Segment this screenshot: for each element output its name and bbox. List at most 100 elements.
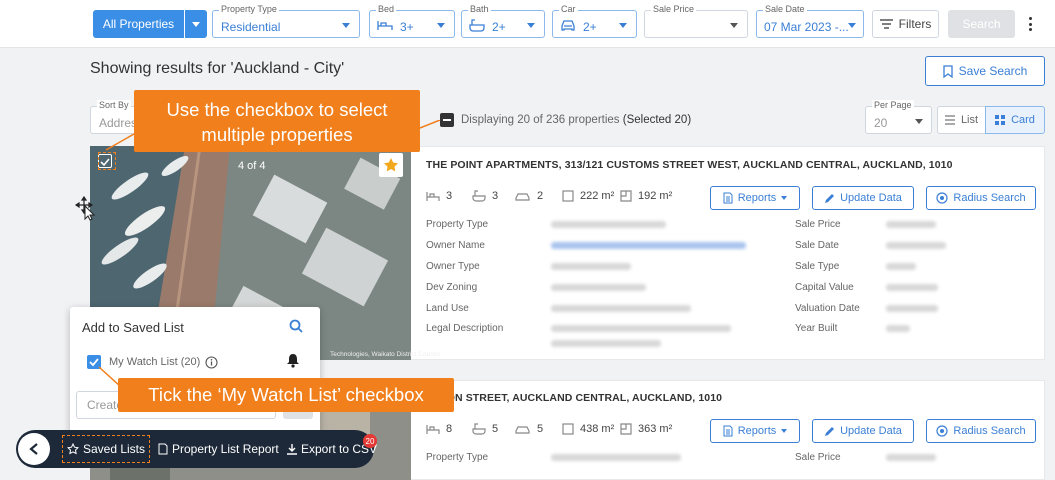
bed-icon <box>426 424 440 434</box>
search-icon[interactable] <box>289 319 303 333</box>
radius-search-button[interactable]: Radius Search <box>926 186 1036 210</box>
displaying-count: Displaying 20 of 236 properties (Selecte… <box>461 114 691 126</box>
card-view-label: Card <box>1011 114 1035 126</box>
sale-price-label: Sale Price <box>651 4 697 14</box>
sort-by-label: Sort By <box>97 100 131 110</box>
collapse-bar-button[interactable] <box>18 433 50 465</box>
per-page-select[interactable]: Per Page 20 <box>865 100 932 134</box>
chevron-down-icon <box>342 23 350 28</box>
redacted-value <box>886 454 936 461</box>
filters-button-label: Filters <box>898 17 932 31</box>
floor-area: 222 m² <box>562 190 614 202</box>
bell-icon[interactable] <box>286 353 300 368</box>
redacted-value <box>551 325 731 332</box>
sale-price-select[interactable]: Sale Price <box>644 4 748 38</box>
bed-count: 3 <box>426 190 452 202</box>
update-data-button[interactable]: Update Data <box>812 419 914 443</box>
bed-label: Bed <box>376 4 397 14</box>
filters-button[interactable]: Filters <box>872 10 939 38</box>
bath-icon <box>472 190 486 202</box>
chevron-down-icon <box>619 23 627 28</box>
list-view-label: List <box>960 114 979 126</box>
detail-label: Legal Description <box>426 323 504 334</box>
chevron-left-icon <box>29 443 38 455</box>
list-icon <box>944 115 955 125</box>
all-properties-button[interactable]: All Properties <box>93 10 184 38</box>
target-icon <box>936 425 949 437</box>
star-outline-icon <box>66 443 79 455</box>
redacted-value <box>551 284 646 291</box>
detail-label: Owner Type <box>426 261 480 272</box>
more-options-icon[interactable] <box>1024 14 1036 34</box>
chevron-down-icon <box>192 21 200 27</box>
car-select[interactable]: Car 2+ <box>552 4 637 38</box>
car-count: 2 <box>515 190 543 202</box>
property-address[interactable]: THE POINT APARTMENTS, 313/121 CUSTOMS ST… <box>426 159 953 171</box>
redacted-owner-link[interactable] <box>551 242 746 249</box>
document-icon <box>158 443 168 455</box>
bath-count: 3 <box>472 190 498 202</box>
checkbox-highlight <box>98 152 116 170</box>
car-icon <box>515 193 530 201</box>
redacted-value <box>551 340 661 347</box>
card-view-toggle[interactable]: Card <box>985 106 1045 134</box>
land-area-icon <box>620 423 632 435</box>
callout-pointer-lines <box>105 120 441 151</box>
bed-icon <box>426 191 440 201</box>
bath-count: 5 <box>472 423 498 435</box>
document-icon <box>723 192 733 204</box>
floor-area-icon <box>562 423 574 435</box>
detail-label: Dev Zoning <box>426 282 478 293</box>
sale-date-select[interactable]: Sale Date 07 Mar 2023 -... <box>756 4 864 38</box>
map-credit: Technologies, Waikato District Council <box>330 351 440 358</box>
search-button[interactable]: Search <box>948 10 1015 38</box>
callout-pointer-line <box>98 366 122 388</box>
sale-date-value: 07 Mar 2023 -... <box>764 20 849 34</box>
reports-button[interactable]: Reports <box>710 419 800 443</box>
bath-icon <box>472 423 486 435</box>
results-title: Showing results for 'Auckland - City' <box>90 60 345 77</box>
reports-button[interactable]: Reports <box>710 186 800 210</box>
detail-label: Land Use <box>426 303 469 314</box>
property-type-select[interactable]: Property Type Residential <box>212 4 360 38</box>
detail-label: Year Built <box>795 323 838 334</box>
redacted-value <box>551 221 666 228</box>
bath-select[interactable]: Bath 2+ <box>461 4 545 38</box>
chevron-down-icon <box>848 23 856 28</box>
floor-area-icon <box>562 190 574 202</box>
download-icon <box>287 443 297 455</box>
saved-lists-button[interactable]: Saved Lists <box>62 435 150 463</box>
target-icon <box>936 192 949 204</box>
all-properties-dropdown-toggle[interactable] <box>185 10 207 38</box>
property-type-label: Property Type <box>219 4 279 14</box>
property-list-report-button[interactable]: Property List Report <box>158 442 279 456</box>
info-icon[interactable] <box>205 356 218 369</box>
redacted-value <box>886 305 938 312</box>
detail-label: Owner Name <box>426 240 485 251</box>
chevron-down-icon <box>781 196 788 200</box>
detail-label: Capital Value <box>795 282 854 293</box>
update-data-button[interactable]: Update Data <box>812 186 914 210</box>
per-page-value: 20 <box>874 116 888 130</box>
displaying-text: Displaying 20 of 236 properties <box>461 114 620 126</box>
car-label: Car <box>559 4 578 14</box>
save-search-label: Save Search <box>958 64 1028 78</box>
chevron-down-icon <box>437 23 445 28</box>
car-icon <box>515 426 530 434</box>
radius-search-button[interactable]: Radius Search <box>926 419 1036 443</box>
detail-label: Property Type <box>426 452 489 463</box>
car-icon <box>561 20 575 31</box>
save-search-button[interactable]: Save Search <box>925 56 1045 86</box>
list-view-toggle[interactable]: List <box>937 106 986 134</box>
car-value: 2+ <box>583 20 597 34</box>
chevron-down-icon <box>527 23 535 28</box>
watch-list-callout: Tick the ‘My Watch List’ checkbox <box>118 378 454 412</box>
land-area: 192 m² <box>620 190 672 202</box>
bed-value: 3+ <box>400 20 414 34</box>
bed-count: 8 <box>426 423 452 435</box>
property-type-value: Residential <box>221 20 281 34</box>
bath-label: Bath <box>468 4 491 14</box>
land-area: 363 m² <box>620 423 672 435</box>
floor-area: 438 m² <box>562 423 614 435</box>
bed-select[interactable]: Bed 3+ <box>369 4 455 38</box>
